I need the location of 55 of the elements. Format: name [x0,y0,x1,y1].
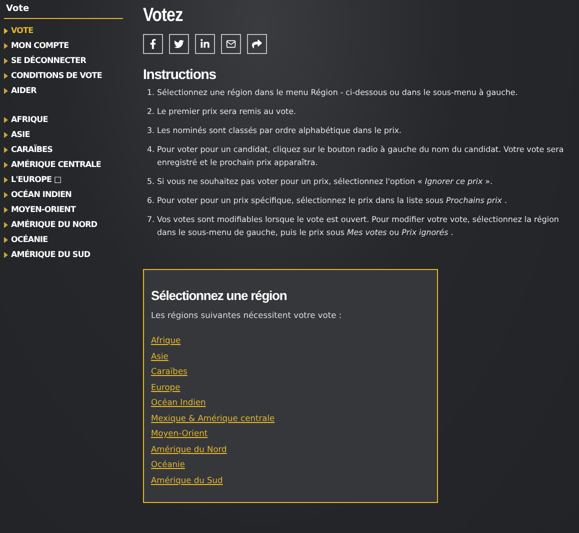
region-link[interactable]: Océan Indien [151,395,206,410]
panel-subtitle: Les régions suivantes nécessitent votre vote : [151,310,343,320]
instructions-heading: Instructions [143,66,217,82]
triangle-icon [4,236,8,242]
bird-icon [174,39,184,49]
envelope-icon [226,39,236,49]
sidebar-item[interactable]: SE DÉCONNECTER [4,53,123,68]
triangle-icon [4,42,8,48]
sidebar-item[interactable]: CONDITIONS DE VOTE [4,68,123,83]
share-arrow-icon [252,39,262,49]
sidebar-item[interactable]: AMÉRIQUE DU NORD [4,217,123,232]
triangle-icon [4,146,8,152]
sidebar-item[interactable]: ASIE [4,127,123,142]
triangle-icon [4,58,8,64]
triangle-icon [4,252,8,258]
sidebar-item[interactable]: MOYEN-ORIENT [4,202,123,217]
region-link[interactable]: Océanie [151,457,185,472]
region-link[interactable]: Mexique & Amérique centrale [151,410,275,426]
share-button[interactable] [169,34,189,54]
sidebar-item[interactable]: MON COMPTE [4,38,123,53]
triangle-icon [4,222,8,228]
sidebar-title: Vote [4,4,123,19]
region-link[interactable]: Asie [151,348,168,364]
sidebar-item[interactable]: OCÉAN INDIEN [4,187,123,202]
triangle-icon [4,176,8,182]
facebook-icon [148,39,158,49]
region-link[interactable]: Moyen-Orient [151,426,208,442]
sidebar-item[interactable]: CARAÏBES [4,142,123,157]
region-link[interactable]: Amérique du Nord [151,442,227,457]
triangle-icon [4,206,8,212]
region-link[interactable]: Afrique [151,333,181,348]
triangle-icon [4,28,8,34]
sidebar-item[interactable]: L'EUROPE □ [4,172,123,187]
sidebar-item[interactable]: AFRIQUE [4,112,123,127]
share-button[interactable] [247,34,267,54]
region-link[interactable]: Amérique du Sud [151,472,223,488]
triangle-icon [4,162,8,168]
page-title: Votez [143,5,184,27]
share-button[interactable] [221,34,241,54]
sidebar-item[interactable]: VOTE [4,23,123,38]
panel-title: Sélectionnez une région [151,288,288,303]
sidebar-item[interactable]: AMÉRIQUE CENTRALE [4,157,123,172]
sidebar-item[interactable]: AMÉRIQUE DU SUD [4,247,123,262]
region-link[interactable]: Europe [151,380,180,395]
sidebar-item[interactable]: AIDER [4,83,123,98]
sidebar-item[interactable]: OCÉANIE [4,232,123,247]
triangle-icon [4,116,8,122]
triangle-icon [4,192,8,198]
triangle-icon [4,88,8,94]
region-link[interactable]: Caraïbes [151,364,188,380]
share-button[interactable] [143,34,163,54]
triangle-icon [4,72,8,78]
share-button[interactable] [195,34,215,54]
triangle-icon [4,132,8,138]
linkedin-icon [200,39,210,49]
